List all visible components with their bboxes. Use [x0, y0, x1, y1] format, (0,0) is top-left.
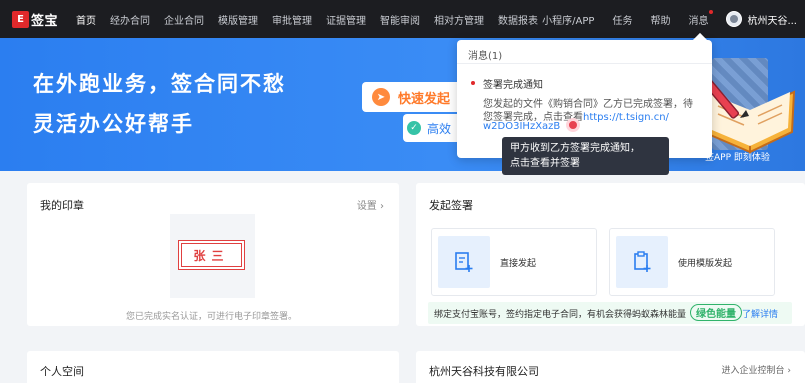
nav-item-counterparties[interactable]: 相对方管理	[434, 12, 484, 27]
direct-initiate-label: 直接发起	[500, 259, 537, 269]
user-menu[interactable]: 杭州天谷...	[726, 11, 797, 27]
quick-initiate-button[interactable]: ➤ 快速发起	[362, 82, 472, 112]
check-icon: ✓	[407, 121, 421, 135]
nav-right: 小程序/APP 任务 帮助 消息 杭州天谷...	[542, 0, 805, 38]
template-initiate-label: 使用模版发起	[678, 259, 733, 269]
alipay-promo-bar: 绑定支付宝账号，签约指定电子合同，有机会获得蚂蚁森林能量 绿色能量 了解详情	[428, 302, 792, 324]
logo-text: 签宝	[31, 13, 59, 29]
nav-item-approvals[interactable]: 审批管理	[272, 12, 312, 27]
tooltip-line1: 甲方收到乙方签署完成通知，	[510, 143, 640, 154]
avatar	[726, 11, 743, 27]
send-icon: ➤	[372, 88, 390, 106]
message-title[interactable]: 签署完成通知	[483, 76, 543, 91]
add-document-icon	[438, 236, 490, 288]
logo[interactable]: E 签宝	[12, 10, 58, 29]
nav-menu: 首页 经办合同 企业合同 模版管理 审批管理 证据管理 智能审阅 相对方管理 数…	[76, 12, 552, 27]
guide-tooltip: 甲方收到乙方签署完成通知， 点击查看并签署	[502, 137, 669, 175]
message-link-cont[interactable]: w2DO3IHzXazB	[483, 121, 560, 132]
nav-item-smart-review[interactable]: 智能审阅	[380, 12, 420, 27]
message-link[interactable]: https://t.tsign.cn/	[583, 112, 669, 123]
nav-item-home[interactable]: 首页	[76, 12, 96, 27]
click-indicator	[566, 118, 580, 132]
message-body-line3: w2DO3IHzXazB	[483, 121, 560, 132]
nav-messages-link[interactable]: 消息	[688, 9, 714, 27]
nav-app-link[interactable]: 小程序/APP	[542, 12, 594, 27]
nav-help-link[interactable]: 帮助	[650, 12, 670, 27]
open-book-illustration	[700, 75, 796, 154]
nav-item-handled-contracts[interactable]: 经办合同	[110, 12, 150, 27]
seal-settings-link[interactable]: 设置 ›	[357, 197, 384, 212]
messages-label: 消息	[688, 15, 709, 27]
company-card: 杭州天谷科技有限公司 进入企业控制台 ›	[416, 351, 805, 383]
quick-initiate-label: 快速发起	[398, 91, 451, 107]
banner-headline: 在外跑业务，签合同不愁	[33, 72, 286, 96]
personal-space-card: 个人空间	[27, 351, 399, 383]
unread-indicator	[471, 81, 475, 85]
direct-initiate-option[interactable]: 直接发起	[431, 228, 597, 296]
initiate-title: 发起签署	[429, 199, 473, 212]
nav-item-reports[interactable]: 数据报表	[498, 12, 538, 27]
template-initiate-option[interactable]: 使用模版发起	[609, 228, 775, 296]
seal-stamp[interactable]: 张三	[178, 240, 245, 270]
enter-company-console-link[interactable]: 进入企业控制台 ›	[722, 363, 791, 376]
tooltip-line2: 点击查看并签署	[510, 158, 580, 169]
top-nav: E 签宝 首页 经办合同 企业合同 模版管理 审批管理 证据管理 智能审阅 相对…	[0, 0, 805, 38]
promo-text: 绑定支付宝账号，签约指定电子合同，有机会获得蚂蚁森林能量	[434, 310, 687, 320]
user-name: 杭州天谷...	[747, 15, 797, 27]
nav-item-templates[interactable]: 模版管理	[218, 12, 258, 27]
my-seal-title: 我的印章	[40, 199, 84, 212]
seal-name: 张三	[181, 243, 242, 267]
template-icon	[616, 236, 668, 288]
popup-header: 消息(1)	[457, 40, 712, 64]
logo-mark: E	[12, 10, 29, 28]
personal-space-title: 个人空间	[40, 365, 84, 378]
unread-dot	[709, 9, 714, 14]
banner-subheadline: 灵活办公好帮手	[33, 112, 194, 136]
efficient-label: 高效	[427, 121, 452, 136]
nav-item-evidence[interactable]: 证据管理	[326, 12, 366, 27]
nav-item-company-contracts[interactable]: 企业合同	[164, 12, 204, 27]
seal-tip: 您已完成实名认证，可进行电子印章签署。	[126, 312, 298, 322]
green-energy-badge: 绿色能量	[690, 304, 742, 321]
nav-task-link[interactable]: 任务	[612, 12, 632, 27]
company-title: 杭州天谷科技有限公司	[429, 365, 539, 378]
learn-more-link[interactable]: 了解详情	[742, 307, 778, 320]
